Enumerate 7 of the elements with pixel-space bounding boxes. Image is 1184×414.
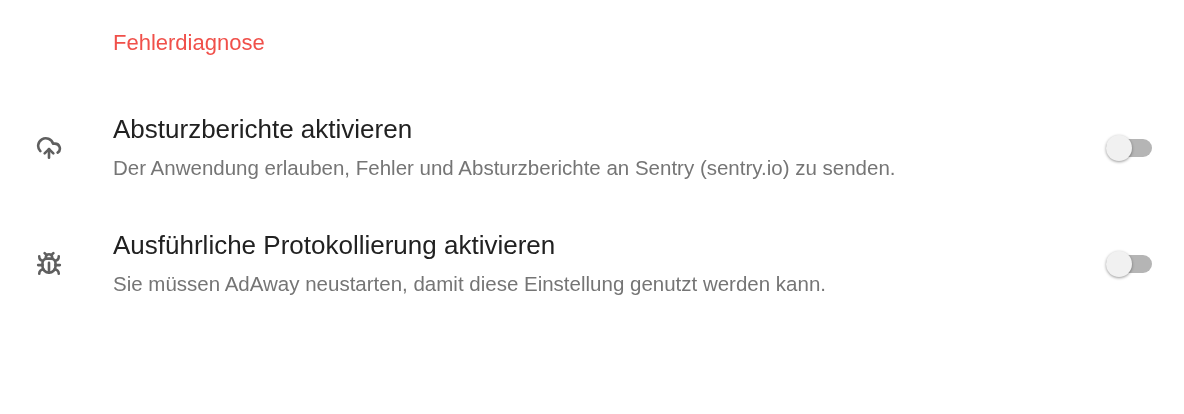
bug-icon [35,251,62,277]
setting-title: Ausführliche Protokollierung aktivieren [113,229,557,261]
cloud-upload-icon [35,135,62,161]
section-header: Fehlerdiagnose [112,30,266,56]
setting-title: Absturzberichte aktivieren [113,113,414,145]
setting-summary: Der Anwendung erlauben, Fehler und Absturzberichte an Sentry (sentry.io) zu senden. [113,154,897,181]
setting-summary: Sie müssen AdAway neustarten, damit diese Einstellung genutzt werden kann. [113,270,827,297]
